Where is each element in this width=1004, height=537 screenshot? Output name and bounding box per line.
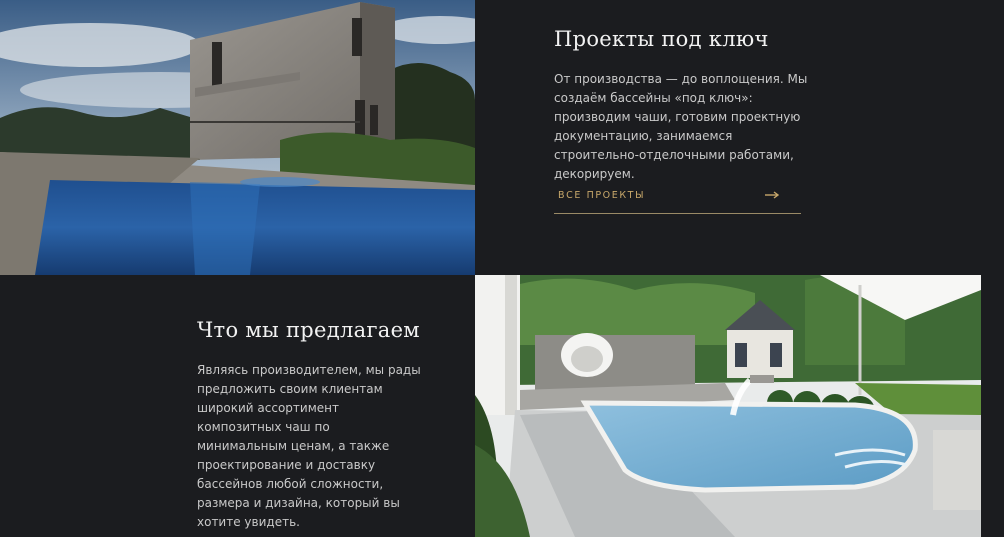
projects-description: От производства — до воплощения. Мы созд… bbox=[554, 72, 808, 181]
offer-title: Что мы предлагаем bbox=[197, 318, 420, 342]
project-photo-concrete-house bbox=[0, 0, 475, 275]
all-projects-button[interactable]: ВСЕ ПРОЕКТЫ bbox=[554, 184, 801, 214]
all-projects-label: ВСЕ ПРОЕКТЫ bbox=[558, 190, 646, 201]
offer-description: Являясь производителем, мы рады предложи… bbox=[197, 363, 421, 529]
projects-title: Проекты под ключ bbox=[554, 27, 769, 51]
project-photo-garden-pool bbox=[475, 275, 981, 537]
arrow-right-icon bbox=[765, 191, 779, 199]
